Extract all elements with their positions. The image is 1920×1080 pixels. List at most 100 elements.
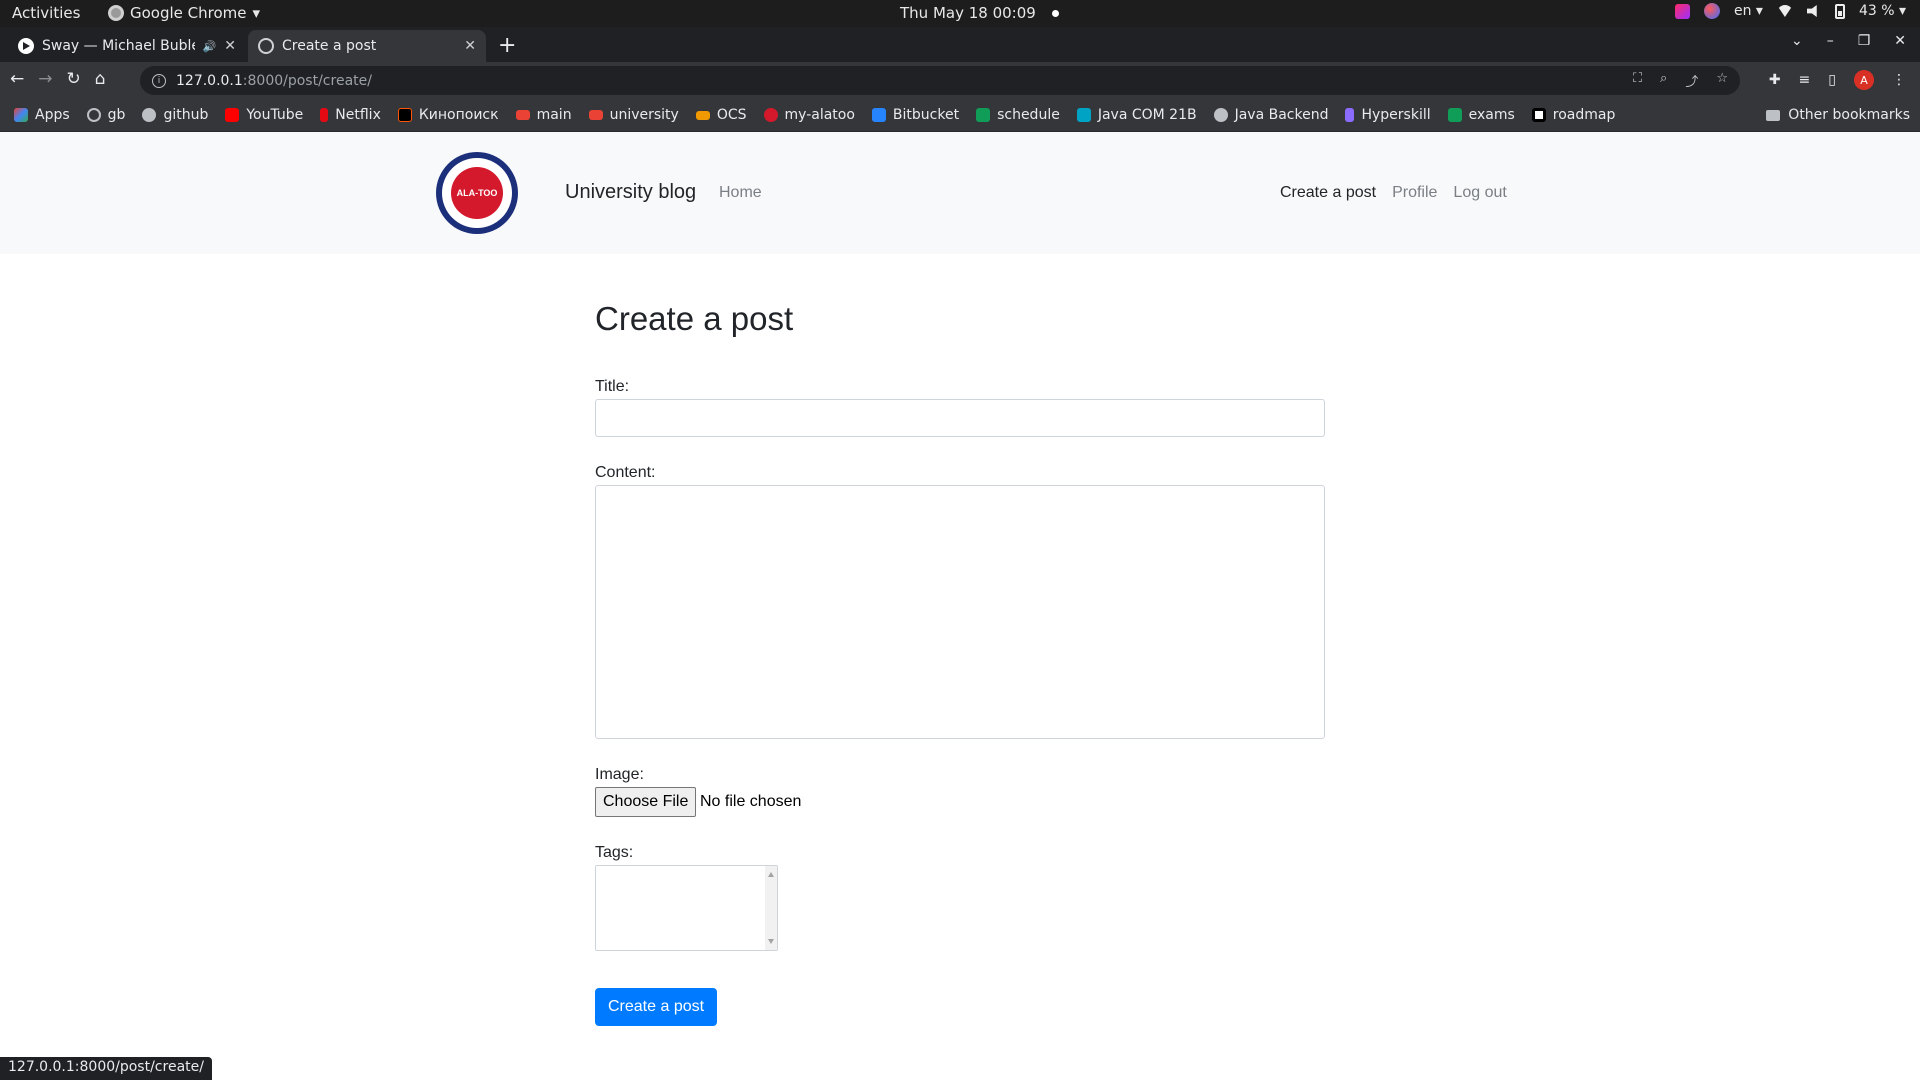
close-window-icon[interactable]: ✕	[1894, 33, 1906, 49]
menu-kebab-icon[interactable]: ⋮	[1892, 72, 1906, 88]
caret-down-icon: ▾	[252, 4, 261, 22]
ocs-icon	[695, 110, 710, 120]
bookmark-bitbucket[interactable]: Bitbucket	[871, 107, 959, 123]
classroom-icon	[1076, 108, 1091, 122]
file-status: No file chosen	[700, 793, 802, 810]
scroll-down-icon[interactable]	[768, 939, 774, 944]
bookmark-youtube[interactable]: YouTube	[225, 107, 303, 123]
activities-button[interactable]: Activities	[12, 4, 80, 22]
tab-youtube[interactable]: Sway — Michael Bublé 🔊 ✕	[8, 30, 246, 62]
reload-icon[interactable]: ↻	[67, 69, 81, 89]
bookmarks-bar: Apps gb github YouTube Netflix Кинопоиск…	[0, 99, 1920, 132]
bookmark-roadmap[interactable]: roadmap	[1531, 107, 1615, 123]
logo-core: ALA-TOO	[451, 167, 503, 219]
nav-logout-link[interactable]: Log out	[1453, 184, 1506, 202]
tags-multiselect[interactable]	[595, 865, 778, 951]
bookmark-my-alatoo[interactable]: my-alatoo	[763, 107, 855, 123]
notification-dot-icon	[1051, 9, 1059, 17]
bookmark-ocs[interactable]: OCS	[695, 107, 747, 123]
media-controls-icon[interactable]: ≡	[1799, 72, 1811, 88]
globe-icon	[258, 38, 274, 54]
share-icon[interactable]: ⤴	[1685, 71, 1698, 90]
bookmark-netflix[interactable]: Netflix	[320, 107, 381, 123]
tab-title: Create a post	[282, 38, 377, 54]
system-top-bar: Activities Google Chrome ▾ Thu May 18 00…	[0, 0, 1920, 27]
profile-avatar[interactable]: A	[1854, 70, 1874, 90]
battery-percent: 43 % ▾	[1858, 3, 1906, 19]
app-indicator-icon[interactable]	[1703, 3, 1720, 19]
address-bar[interactable]: i 127.0.0.1 :8000/post/create/ ⛶ ⌕ ⤴ ☆	[140, 66, 1740, 95]
omnibox-actions: ⛶ ⌕ ⤴ ☆	[1633, 71, 1728, 90]
forward-icon[interactable]: →	[38, 69, 52, 89]
bookmark-java-backend[interactable]: Java Backend	[1213, 107, 1328, 123]
bookmark-star-icon[interactable]: ☆	[1716, 71, 1728, 90]
speaker-icon[interactable]: 🔊	[203, 40, 217, 53]
url-host: 127.0.0.1	[176, 72, 243, 89]
bookmark-apps[interactable]: Apps	[14, 107, 70, 123]
bookmark-gb[interactable]: gb	[86, 107, 125, 123]
tab-create-post[interactable]: Create a post ✕	[248, 30, 486, 62]
youtube-music-icon	[18, 38, 34, 54]
bookmark-exams[interactable]: exams	[1447, 107, 1515, 123]
apps-grid-icon	[14, 108, 28, 122]
tags-label: Tags:	[595, 844, 634, 861]
battery-icon	[1834, 3, 1845, 19]
bookmark-hyperskill[interactable]: Hyperskill	[1345, 107, 1431, 123]
bookmark-main[interactable]: main	[515, 107, 572, 123]
web-page: ALA-TOO University blog Home Create a po…	[0, 132, 1920, 1080]
app-menu-label: Google Chrome	[130, 4, 247, 22]
bookmark-schedule[interactable]: schedule	[976, 107, 1060, 123]
tags-scrollbar[interactable]	[765, 866, 777, 950]
bookmark-java-com[interactable]: Java COM 21B	[1076, 107, 1197, 123]
roadmap-icon	[1531, 108, 1546, 122]
other-bookmarks[interactable]: Other bookmarks	[1766, 107, 1910, 123]
language-indicator[interactable]: en ▾	[1734, 3, 1763, 19]
app-menu[interactable]: Google Chrome ▾	[108, 4, 260, 22]
nav-home-link[interactable]: Home	[719, 184, 762, 202]
university-logo[interactable]: ALA-TOO	[436, 152, 518, 234]
minimize-icon[interactable]: –	[1827, 33, 1834, 49]
extension-area: ✚ ≡ ▯ A ⋮	[1769, 70, 1906, 90]
translate-icon[interactable]: ⛶	[1633, 71, 1642, 90]
logo-ring: ALA-TOO	[442, 158, 512, 228]
close-tab-icon[interactable]: ✕	[464, 38, 476, 54]
bookmark-kinopoisk[interactable]: Кинопоиск	[397, 107, 499, 123]
bookmark-github[interactable]: github	[142, 107, 208, 123]
restore-icon[interactable]: ❐	[1858, 33, 1871, 49]
app-indicator-icon[interactable]	[1674, 3, 1690, 19]
tab-search-icon[interactable]: ⌄	[1791, 33, 1803, 49]
choose-file-button[interactable]: Choose File	[595, 787, 697, 817]
tab-strip: Sway — Michael Bublé 🔊 ✕ Create a post ✕…	[0, 27, 1920, 62]
bookmark-university[interactable]: university	[588, 107, 679, 123]
clock[interactable]: Thu May 18 00:09	[900, 4, 1059, 22]
hyperskill-icon	[1345, 108, 1355, 122]
sheets-icon	[1447, 108, 1462, 122]
title-input[interactable]	[595, 399, 1325, 437]
extensions-icon[interactable]: ✚	[1769, 72, 1781, 88]
zoom-icon[interactable]: ⌕	[1660, 71, 1667, 90]
back-icon[interactable]: ←	[10, 69, 24, 89]
page-title: Create a post	[595, 300, 794, 337]
site-brand[interactable]: University blog	[565, 181, 696, 204]
content-textarea[interactable]	[595, 485, 1325, 739]
home-icon[interactable]: ⌂	[95, 69, 106, 89]
nav-profile-link[interactable]: Profile	[1392, 184, 1437, 202]
sheets-icon	[976, 108, 991, 122]
bitbucket-icon	[871, 108, 886, 122]
new-tab-button[interactable]: +	[498, 33, 516, 58]
scroll-up-icon[interactable]	[768, 872, 774, 877]
netflix-icon	[320, 108, 329, 122]
folder-icon	[1766, 109, 1781, 121]
content-label: Content:	[595, 464, 656, 481]
wifi-icon	[1776, 5, 1793, 17]
browser-toolbar: ← → ↻ ⌂ i 127.0.0.1 :8000/post/create/ ⛶…	[0, 62, 1920, 99]
create-post-button[interactable]: Create a post	[595, 988, 718, 1026]
nav-create-post-link[interactable]: Create a post	[1280, 184, 1376, 202]
system-tray[interactable]: en ▾ 43 % ▾	[1674, 3, 1906, 19]
side-panel-icon[interactable]: ▯	[1828, 72, 1836, 88]
volume-icon	[1806, 5, 1817, 17]
site-info-icon[interactable]: i	[152, 73, 166, 88]
status-bar-url: 127.0.0.1:8000/post/create/	[0, 1057, 212, 1080]
close-tab-icon[interactable]: ✕	[224, 38, 236, 54]
alatoo-icon	[763, 108, 778, 122]
